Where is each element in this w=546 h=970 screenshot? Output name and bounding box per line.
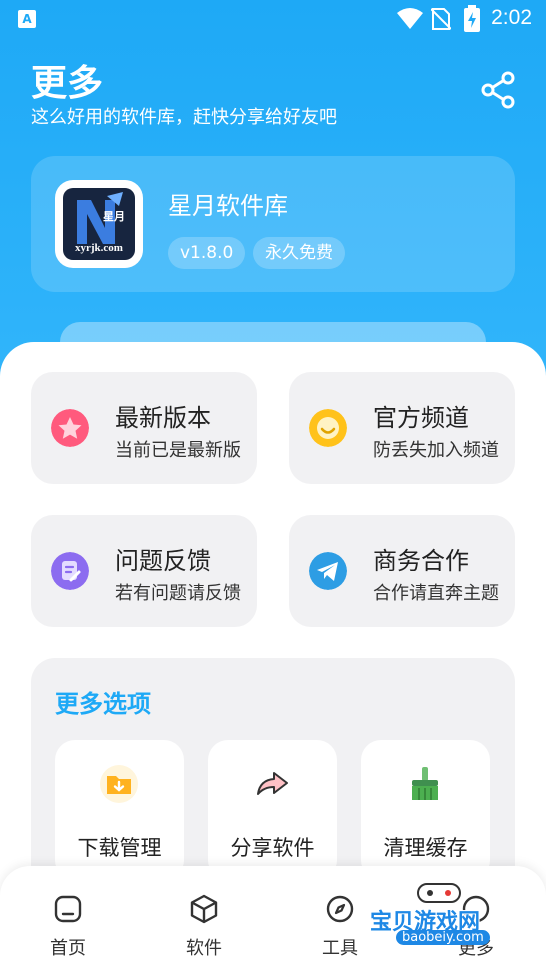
tile-title: 商务合作 — [373, 547, 469, 575]
tile-title: 最新版本 — [115, 404, 211, 432]
option-label: 分享软件 — [230, 836, 315, 860]
tile-official-channel[interactable]: 官方频道 防丢失加入频道 — [289, 372, 515, 484]
page-title: 更多 — [31, 63, 104, 104]
tile-title: 官方频道 — [373, 404, 469, 432]
clear-cache-button[interactable]: 清理缓存 — [361, 740, 490, 880]
status-bar: A 2:02 — [0, 0, 546, 38]
share-icon[interactable] — [478, 70, 518, 110]
more-options-title: 更多选项 — [55, 690, 151, 718]
compass-icon — [326, 895, 354, 923]
nav-label: 软件 — [186, 938, 222, 959]
app-notification-icon: A — [18, 10, 36, 28]
folder-download-icon — [100, 765, 138, 803]
gamepad-icon — [417, 883, 461, 903]
license-badge: 永久免费 — [253, 237, 345, 269]
nav-home[interactable]: 首页 — [18, 866, 118, 970]
tile-subtitle: 当前已是最新版 — [115, 440, 241, 461]
edit-icon — [51, 552, 89, 590]
watermark: 宝贝游戏网 baobeiy.com — [370, 880, 540, 960]
app-info-card: 星月 xyrjk.com 星月软件库 v1.8.0 永久免费 — [31, 156, 515, 292]
home-icon — [54, 895, 82, 923]
tile-business[interactable]: 商务合作 合作请直奔主题 — [289, 515, 515, 627]
star-icon — [51, 409, 89, 447]
option-label: 下载管理 — [77, 836, 162, 860]
telegram-icon — [309, 552, 347, 590]
status-time: 2:02 — [491, 6, 532, 29]
nav-label: 首页 — [50, 938, 86, 959]
share-arrow-icon — [257, 772, 288, 795]
watermark-url: baobeiy.com — [396, 930, 490, 945]
download-manager-button[interactable]: 下载管理 — [55, 740, 184, 880]
page-subtitle: 这么好用的软件库，赶快分享给好友吧 — [31, 107, 337, 128]
app-logo: 星月 xyrjk.com — [55, 180, 143, 268]
share-software-button[interactable]: 分享软件 — [208, 740, 337, 880]
tile-subtitle: 若有问题请反馈 — [115, 583, 241, 604]
cube-icon — [190, 894, 218, 924]
option-label: 清理缓存 — [383, 836, 468, 860]
version-badge: v1.8.0 — [168, 237, 246, 269]
app-logo-mark: 星月 — [103, 210, 125, 223]
tile-latest-version[interactable]: 最新版本 当前已是最新版 — [31, 372, 257, 484]
wifi-icon — [397, 8, 423, 29]
tile-subtitle: 防丢失加入频道 — [373, 440, 499, 461]
tile-title: 问题反馈 — [115, 547, 211, 575]
tile-feedback[interactable]: 问题反馈 若有问题请反馈 — [31, 515, 257, 627]
no-sim-icon — [431, 8, 451, 30]
nav-software[interactable]: 软件 — [154, 866, 254, 970]
app-logo-text: xyrjk.com — [75, 242, 123, 254]
app-name: 星月软件库 — [168, 192, 288, 220]
battery-charging-icon — [464, 5, 480, 32]
broom-icon — [412, 767, 438, 800]
tile-subtitle: 合作请直奔主题 — [373, 583, 499, 604]
smile-icon — [309, 409, 347, 447]
